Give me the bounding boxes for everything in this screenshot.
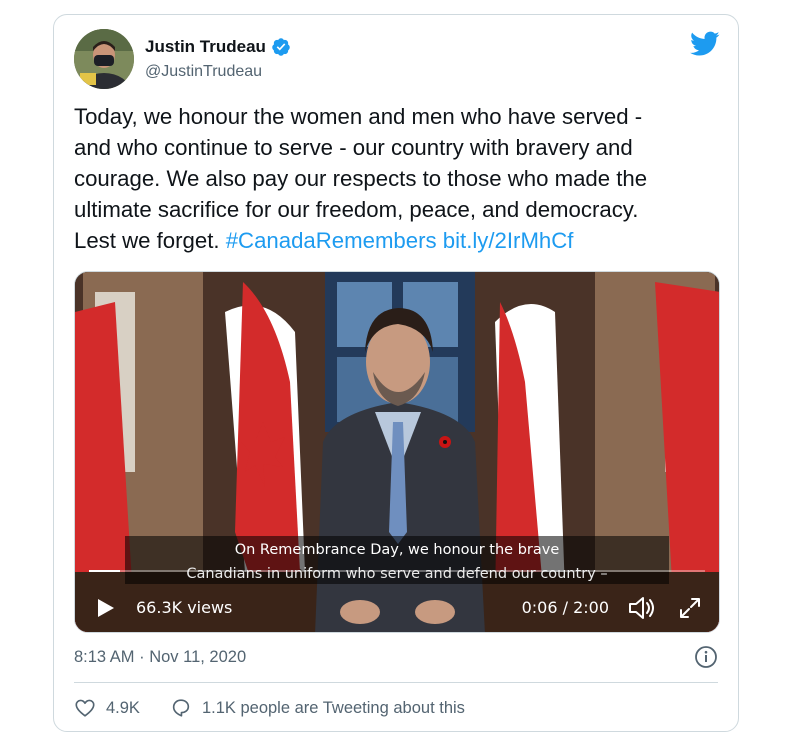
avatar[interactable] <box>74 29 134 89</box>
video-controls: 66.3K views 0:06 / 2:00 <box>75 594 719 622</box>
conversation-text: 1.1K people are Tweeting about this <box>201 698 465 717</box>
engagement-bar: 4.9K 1.1K people are Tweeting about this <box>74 695 465 721</box>
tweet-text: Today, we honour the women and men who h… <box>74 101 714 256</box>
author-handle[interactable]: @JustinTrudeau <box>145 63 262 81</box>
tweet-card: Justin Trudeau @JustinTrudeau Today, we … <box>53 14 739 732</box>
caption-line-2: Canadians in uniform who serve and defen… <box>186 566 608 582</box>
playback-time: 0:06 / 2:00 <box>521 598 609 617</box>
progress-bar[interactable] <box>89 570 705 572</box>
divider <box>74 682 718 683</box>
info-icon[interactable] <box>694 645 718 669</box>
tweet-timestamp[interactable]: 8:13 AM · Nov 11, 2020 <box>74 648 246 667</box>
progress-fill <box>89 570 120 572</box>
verified-badge-icon <box>272 38 290 56</box>
video-player[interactable]: On Remembrance Day, we honour the brave … <box>74 271 720 633</box>
like-button[interactable]: 4.9K <box>74 697 140 719</box>
view-count: 66.3K views <box>136 598 233 617</box>
url-link[interactable]: bit.ly/2IrMhCf <box>443 228 574 253</box>
heart-icon <box>75 699 95 717</box>
hashtag-link[interactable]: #CanadaRemembers <box>226 228 437 253</box>
conversation-link[interactable]: 1.1K people are Tweeting about this <box>170 697 465 719</box>
volume-icon[interactable] <box>627 595 657 621</box>
like-count: 4.9K <box>106 698 140 717</box>
author-row: Justin Trudeau <box>145 37 291 57</box>
avatar-image <box>74 29 134 89</box>
speech-bubble-icon <box>172 699 190 717</box>
twitter-bird-icon[interactable] <box>690 31 720 57</box>
author-name[interactable]: Justin Trudeau <box>145 37 266 57</box>
caption-line-1: On Remembrance Day, we honour the brave <box>234 542 560 558</box>
fullscreen-icon[interactable] <box>677 595 703 621</box>
play-icon[interactable] <box>93 596 117 620</box>
